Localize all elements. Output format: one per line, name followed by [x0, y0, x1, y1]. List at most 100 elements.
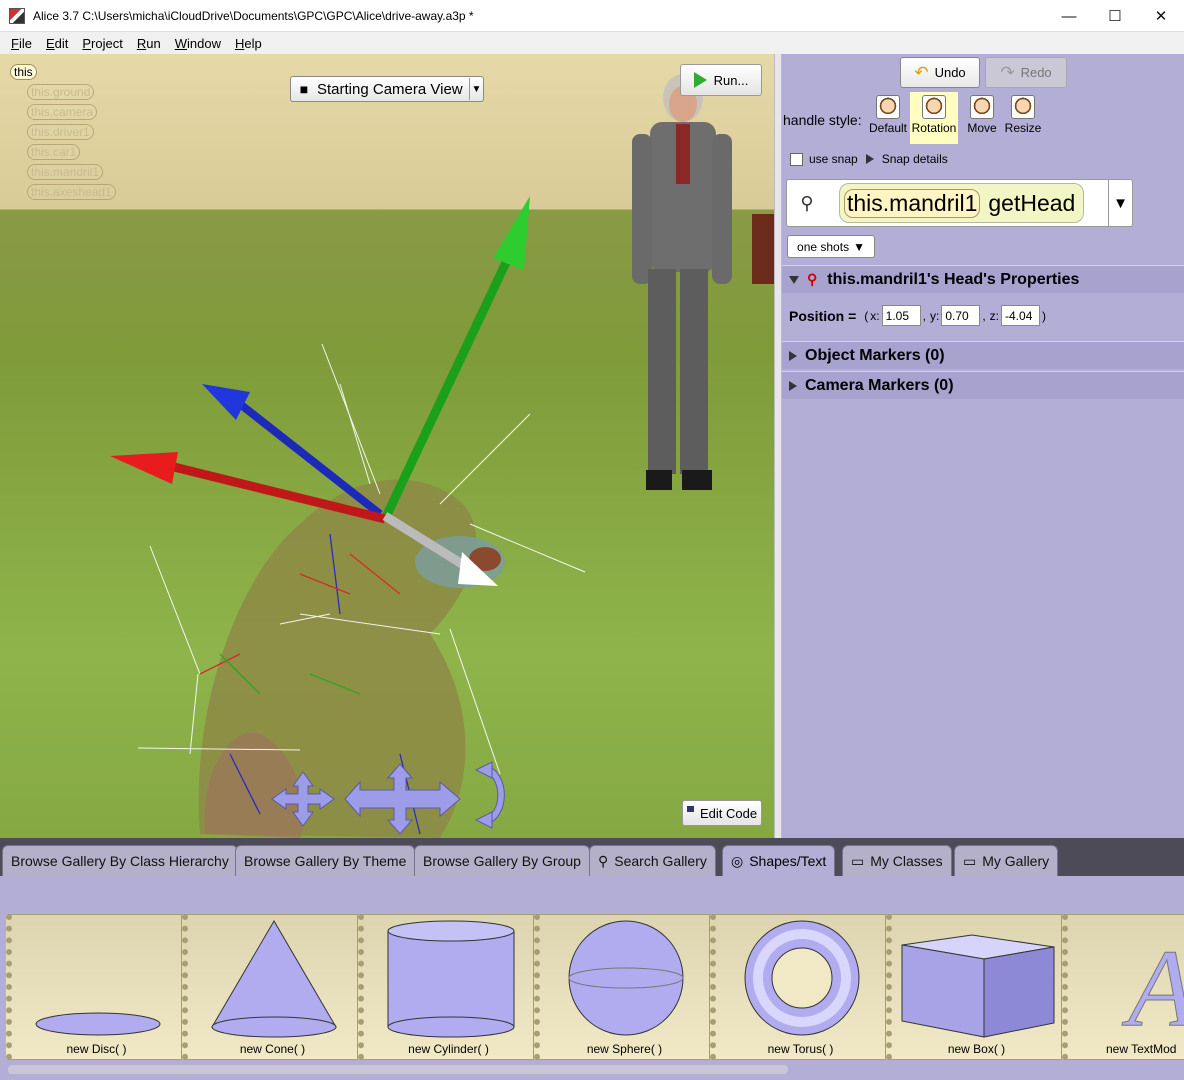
undo-button[interactable]: ↶ Undo: [900, 57, 980, 88]
expand-icon: [789, 350, 797, 361]
redo-label: Redo: [1020, 65, 1052, 80]
splitter[interactable]: [774, 54, 782, 838]
gallery-panel: new Disc( ) new Cone( ) new Cylinder( ) …: [0, 876, 1184, 1080]
tab-my-classes[interactable]: ▭ My Classes: [842, 845, 952, 876]
handle-style-resize[interactable]: Resize: [999, 92, 1047, 144]
edit-code-button[interactable]: Edit Code: [682, 800, 762, 826]
properties-header[interactable]: ⚲ this.mandril1's Head's Properties: [782, 265, 1184, 293]
menu-bar: File Edit Project Run Window Help: [0, 32, 1184, 54]
box-icon: [901, 934, 1055, 1038]
redo-button[interactable]: ↷ Redo: [985, 57, 1067, 88]
gallery-item-torus[interactable]: new Torus( ): [710, 914, 886, 1060]
chevron-down-icon: ▼: [469, 78, 483, 100]
expand-icon: [789, 380, 797, 391]
maximize-button[interactable]: ☐: [1092, 0, 1138, 32]
x-axis-arrow: [110, 452, 178, 484]
menu-window[interactable]: Window: [175, 36, 221, 51]
torus-icon: [744, 920, 860, 1036]
scene-tree-axeshead[interactable]: this.axeshead1: [27, 184, 116, 200]
tab-class-hierarchy[interactable]: Browse Gallery By Class Hierarchy: [2, 845, 238, 876]
joint-icon: ⚲: [807, 271, 818, 287]
chevron-down-icon: ▼: [1108, 180, 1132, 226]
window-title: Alice 3.7 C:\Users\micha\iCloudDrive\Doc…: [33, 8, 474, 23]
handle-style-default[interactable]: Default: [864, 92, 912, 144]
menu-edit[interactable]: Edit: [46, 36, 68, 51]
menu-help[interactable]: Help: [235, 36, 262, 51]
camera-markers-section[interactable]: Camera Markers (0): [782, 371, 1184, 399]
collapse-icon: [789, 275, 799, 284]
selected-method: getHead: [988, 189, 1076, 216]
gallery-scrollbar[interactable]: [8, 1065, 788, 1074]
redo-icon: ↷: [1000, 62, 1015, 82]
z-axis-arrow: [202, 384, 250, 420]
scene-tree-root[interactable]: this: [10, 64, 37, 80]
snap-details-label[interactable]: Snap details: [882, 152, 948, 166]
gallery-item-box[interactable]: new Box( ): [886, 914, 1062, 1060]
disc-icon: [35, 1012, 161, 1036]
flag-icon: [686, 806, 694, 812]
position-row: Position = ( x: 1.05 , y: 0.70 , z: -4.0…: [789, 305, 1048, 326]
scene-tree-mandril[interactable]: this.mandril1: [27, 164, 104, 180]
position-x-field[interactable]: 1.05: [881, 305, 921, 326]
joint-icon: ⚲: [800, 192, 814, 213]
default-handle-icon: [876, 95, 900, 119]
folder-icon: ▭: [963, 852, 977, 869]
position-z-field[interactable]: -4.04: [1001, 305, 1041, 326]
y-axis-arrow: [493, 196, 530, 270]
tab-theme[interactable]: Browse Gallery By Theme: [235, 845, 416, 876]
minimize-button[interactable]: —: [1046, 0, 1092, 32]
one-shots-label: one shots: [797, 239, 850, 254]
gallery-item-disc[interactable]: new Disc( ): [6, 914, 182, 1060]
gallery-item-textmodel[interactable]: A new TextMod: [1062, 914, 1184, 1060]
gallery-item-sphere[interactable]: new Sphere( ): [534, 914, 710, 1060]
properties-panel: ↶ Undo ↷ Redo handle style: Default Rota…: [782, 54, 1184, 838]
tab-shapes-text[interactable]: ◎ Shapes/Text: [722, 845, 836, 876]
scene-tree-driver[interactable]: this.driver1: [27, 124, 94, 140]
scene-graphics: [110, 74, 774, 838]
undo-label: Undo: [934, 65, 966, 80]
menu-project[interactable]: Project: [82, 36, 122, 51]
handle-style-label: handle style:: [783, 112, 862, 128]
handle-style-rotation[interactable]: Rotation: [910, 92, 958, 144]
menu-run[interactable]: Run: [137, 36, 161, 51]
close-button[interactable]: ✕: [1138, 0, 1184, 32]
object-markers-section[interactable]: Object Markers (0): [782, 341, 1184, 369]
scene-view[interactable]: this this.ground this.camera this.driver…: [0, 54, 774, 838]
undo-icon: ↶: [914, 62, 929, 82]
cylinder-icon: [387, 920, 515, 1038]
gallery-item-cone[interactable]: new Cone( ): [182, 914, 358, 1060]
app-icon: [9, 7, 25, 24]
gallery-tab-bar: Browse Gallery By Class Hierarchy Browse…: [0, 838, 1184, 876]
selected-expression: this.mandril1 getHead: [839, 183, 1085, 223]
folder-icon: ▭: [851, 852, 865, 869]
search-icon: ⚲: [598, 852, 609, 869]
scene-tree: this this.ground this.camera this.driver…: [10, 64, 116, 204]
run-button[interactable]: Run...: [680, 64, 762, 96]
selected-object: this.mandril1: [844, 188, 981, 218]
chevron-down-icon: ▼: [853, 239, 865, 254]
scene-object-partial: [752, 214, 774, 284]
rotation-handle-icon: [922, 95, 946, 119]
position-y-field[interactable]: 0.70: [941, 305, 981, 326]
scene-tree-camera[interactable]: this.camera: [27, 104, 98, 120]
use-snap-label: use snap: [809, 152, 858, 166]
selected-object-selector[interactable]: ⚲ this.mandril1 getHead ▼: [786, 179, 1133, 227]
position-label: Position =: [789, 307, 857, 324]
scene-tree-car[interactable]: this.car1: [27, 144, 81, 160]
use-snap-checkbox[interactable]: [790, 152, 803, 166]
cone-icon: [211, 920, 337, 1038]
camera-view-select[interactable]: ■ Starting Camera View ▼: [290, 76, 484, 102]
tab-search-gallery[interactable]: ⚲ Search Gallery: [589, 845, 716, 876]
tab-my-gallery[interactable]: ▭ My Gallery: [954, 845, 1059, 876]
one-shots-button[interactable]: one shots ▼: [787, 235, 875, 258]
run-label: Run...: [713, 72, 749, 88]
tab-group[interactable]: Browse Gallery By Group: [414, 845, 590, 876]
menu-file[interactable]: File: [11, 36, 32, 51]
text-a-icon: A: [1121, 927, 1184, 1050]
expand-icon[interactable]: [865, 154, 874, 164]
driver-figure: [632, 74, 732, 490]
move-handle-icon: [970, 95, 994, 119]
play-icon: [693, 72, 707, 88]
scene-tree-ground[interactable]: this.ground: [27, 84, 95, 100]
gallery-item-cylinder[interactable]: new Cylinder( ): [358, 914, 534, 1060]
